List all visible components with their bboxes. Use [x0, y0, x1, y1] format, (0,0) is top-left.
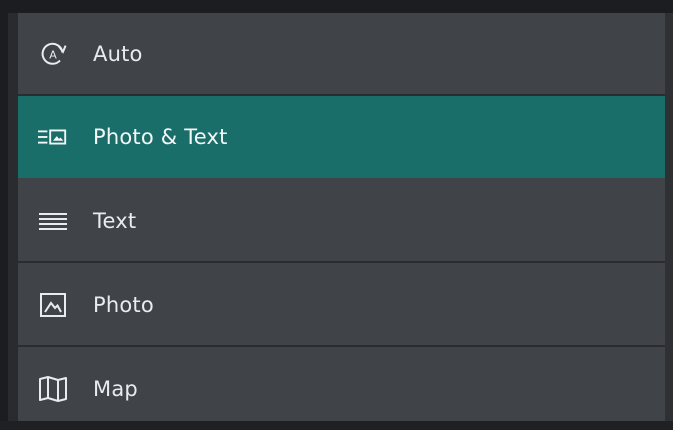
menu-item-label: Photo & Text	[93, 125, 228, 149]
photo-text-icon	[38, 122, 68, 152]
scrollbar[interactable]	[665, 13, 673, 421]
menu-item-label: Map	[93, 377, 138, 401]
scan-mode-panel: A Auto Photo & Text Text Photo Map	[0, 0, 673, 421]
menu-item-label: Auto	[93, 42, 143, 66]
original-type-menu: A Auto Photo & Text Text Photo Map	[8, 13, 670, 421]
menu-item-text[interactable]: Text	[18, 180, 670, 263]
svg-text:A: A	[49, 49, 57, 62]
menu-item-photo-text[interactable]: Photo & Text	[18, 96, 670, 178]
menu-item-label: Text	[93, 209, 137, 233]
map-icon	[38, 374, 68, 404]
text-lines-icon	[38, 206, 68, 236]
menu-item-auto[interactable]: A Auto	[18, 13, 670, 96]
menu-item-photo[interactable]: Photo	[18, 264, 670, 347]
auto-rotate-icon: A	[38, 39, 68, 69]
menu-item-label: Photo	[93, 293, 154, 317]
menu-item-map[interactable]: Map	[18, 348, 670, 430]
photo-icon	[38, 290, 68, 320]
